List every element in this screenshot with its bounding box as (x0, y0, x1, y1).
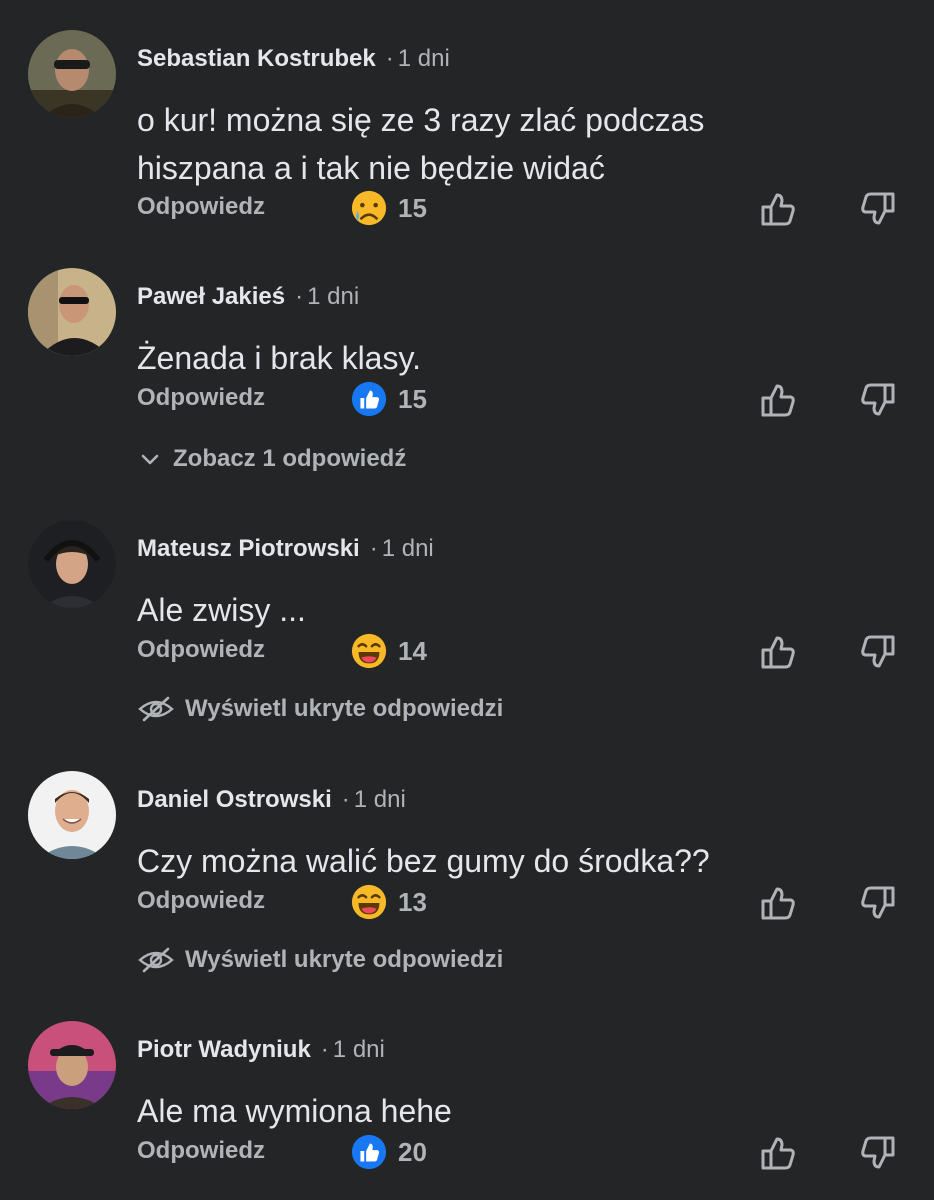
avatar[interactable] (28, 520, 116, 608)
comment-text-line: Żenada i brak klasy. (137, 340, 421, 376)
reaction-summary[interactable]: 15 (350, 189, 427, 227)
sad-tear-emoji-icon (350, 189, 388, 227)
author-name[interactable]: Piotr Wadyniuk (137, 1036, 311, 1063)
chevron-down-icon (141, 454, 159, 465)
view-hidden-replies-button[interactable]: Wyświetl ukryte odpowiedzi (137, 692, 503, 726)
timestamp: 1 dni (397, 45, 450, 72)
view-hidden-replies-label: Wyświetl ukryte odpowiedzi (185, 695, 504, 722)
thumbs-down-icon[interactable] (858, 189, 898, 229)
comment-text: Ale zwisy ... (137, 586, 897, 634)
view-replies-label: Zobacz 1 odpowiedź (173, 445, 407, 472)
reaction-count: 15 (398, 383, 427, 414)
view-hidden-replies-label: Wyświetl ukryte odpowiedzi (185, 946, 504, 973)
separator-dot: · (385, 45, 394, 72)
reply-button[interactable]: Odpowiedz (137, 887, 265, 915)
reaction-summary[interactable]: 13 (350, 883, 427, 921)
comment-actions: Odpowiedz 20 (0, 1131, 934, 1175)
reaction-count: 20 (398, 1136, 427, 1167)
reply-button[interactable]: Odpowiedz (137, 1137, 265, 1165)
author-name[interactable]: Mateusz Piotrowski (137, 535, 360, 562)
avatar[interactable] (28, 771, 116, 859)
thumbs-down-icon[interactable] (858, 1133, 898, 1173)
avatar[interactable] (28, 1021, 116, 1109)
comment-text: Ale ma wymiona hehe (137, 1087, 897, 1135)
comment-text: o kur! można się ze 3 razy zlać podczas … (137, 96, 897, 192)
thumbs-up-icon[interactable] (758, 632, 798, 672)
comment-text: Czy można walić bez gumy do środka?? (137, 837, 897, 885)
comment-text-line: Ale zwisy ... (137, 592, 306, 628)
author-name[interactable]: Daniel Ostrowski (137, 786, 332, 813)
avatar[interactable] (28, 30, 116, 118)
avatar-image (28, 268, 116, 356)
comment-header: Mateusz Piotrowski · 1 dni (137, 534, 434, 564)
thumbs-up-icon[interactable] (758, 189, 798, 229)
comment-header: Daniel Ostrowski · 1 dni (137, 785, 406, 815)
view-replies-button[interactable]: Zobacz 1 odpowiedź (137, 442, 406, 476)
like-reaction-icon (350, 1133, 388, 1171)
reply-button[interactable]: Odpowiedz (137, 636, 265, 664)
comment-actions: Odpowiedz 13 (0, 881, 934, 925)
comment-actions: Odpowiedz 14 (0, 630, 934, 674)
separator-dot: · (341, 786, 350, 813)
hidden-eye-icon (138, 696, 174, 722)
reaction-summary[interactable]: 14 (350, 632, 427, 670)
separator-dot: · (295, 283, 304, 310)
comment-header: Sebastian Kostrubek · 1 dni (137, 44, 450, 74)
comment-actions: Odpowiedz 15 (0, 187, 934, 231)
avatar-image (28, 1021, 116, 1109)
timestamp: 1 dni (353, 786, 406, 813)
laughing-emoji-icon (350, 883, 388, 921)
timestamp: 1 dni (381, 535, 434, 562)
author-name[interactable]: Paweł Jakieś (137, 283, 285, 310)
comment-text: Żenada i brak klasy. (137, 334, 897, 382)
author-name[interactable]: Sebastian Kostrubek (137, 45, 376, 72)
avatar[interactable] (28, 268, 116, 356)
comment-text-line: hiszpana a i tak nie będzie widać (137, 150, 605, 186)
comment-header: Paweł Jakieś · 1 dni (137, 282, 359, 312)
reaction-count: 14 (398, 635, 427, 666)
thumbs-down-icon[interactable] (858, 632, 898, 672)
comment-actions: Odpowiedz 15 (0, 378, 934, 422)
thumbs-down-icon[interactable] (858, 883, 898, 923)
comment-text-line: Czy można walić bez gumy do środka?? (137, 843, 710, 879)
comment-header: Piotr Wadyniuk · 1 dni (137, 1035, 385, 1065)
view-hidden-replies-button[interactable]: Wyświetl ukryte odpowiedzi (137, 943, 503, 977)
like-reaction-icon (350, 380, 388, 418)
comment-text-line: o kur! można się ze 3 razy zlać podczas (137, 102, 705, 138)
thumbs-up-icon[interactable] (758, 883, 798, 923)
hidden-eye-icon (138, 947, 174, 973)
thumbs-down-icon[interactable] (858, 380, 898, 420)
reply-button[interactable]: Odpowiedz (137, 193, 265, 221)
laughing-emoji-icon (350, 632, 388, 670)
timestamp: 1 dni (332, 1036, 385, 1063)
thumbs-up-icon[interactable] (758, 380, 798, 420)
reply-button[interactable]: Odpowiedz (137, 384, 265, 412)
reaction-count: 13 (398, 886, 427, 917)
avatar-image (28, 771, 116, 859)
avatar-image (28, 30, 116, 118)
reaction-count: 15 (398, 192, 427, 223)
thumbs-up-icon[interactable] (758, 1133, 798, 1173)
reaction-summary[interactable]: 20 (350, 1133, 427, 1171)
timestamp: 1 dni (307, 283, 360, 310)
comment-text-line: Ale ma wymiona hehe (137, 1093, 452, 1129)
separator-dot: · (369, 535, 378, 562)
reaction-summary[interactable]: 15 (350, 380, 427, 418)
avatar-image (28, 520, 116, 608)
separator-dot: · (320, 1036, 329, 1063)
